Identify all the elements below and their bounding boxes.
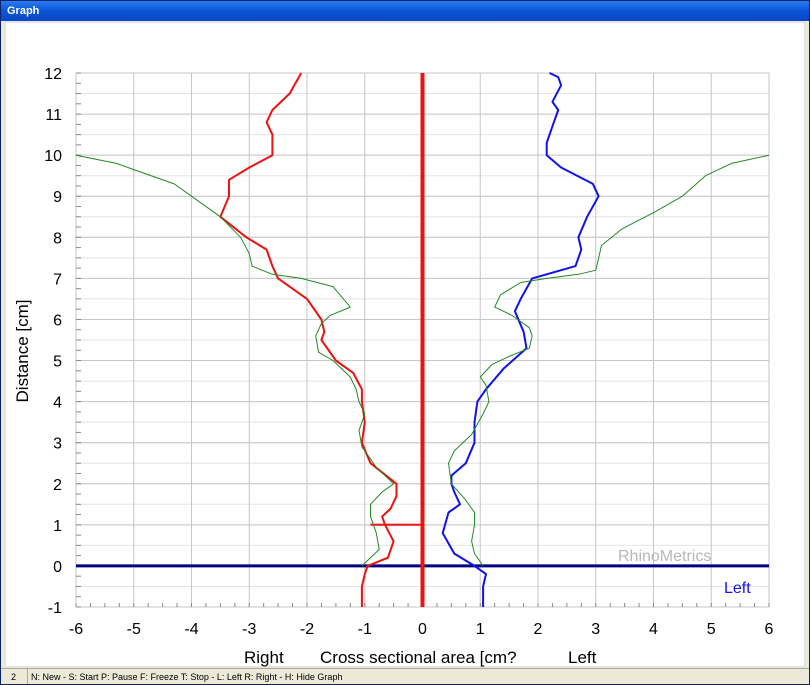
y-tick-label: 10 [44, 148, 62, 165]
x-tick-label: -2 [300, 621, 314, 638]
x-tick-label: 0 [418, 621, 427, 638]
y-tick-label: 8 [53, 230, 62, 247]
x-tick-label: 5 [707, 621, 716, 638]
x-tick-label: -5 [127, 621, 141, 638]
x-tick-label: -4 [184, 621, 198, 638]
y-tick-label: 7 [53, 271, 62, 288]
y-tick-label: -1 [48, 600, 62, 617]
chart-svg: -6 -5 -4 -3 -2 -1 0 1 2 3 4 5 6-10123456789101112 Di… [4, 21, 806, 668]
y-tick-label: 11 [45, 107, 62, 124]
x-tick-label: -1 [358, 621, 372, 638]
x-axis-label: Cross sectional area [cm? [320, 648, 517, 667]
x-tick-label: 3 [591, 621, 600, 638]
right-side-label: Right [244, 648, 284, 667]
y-tick-label: 2 [53, 477, 62, 494]
x-tick-label: 2 [534, 621, 543, 638]
left-side-label: Left [568, 648, 597, 667]
status-number: 2 [7, 669, 28, 684]
y-tick-label: 9 [53, 189, 62, 206]
status-help-text: N: New - S: Start P: Pause F: Freeze T: … [31, 672, 343, 682]
plot-frame [4, 21, 806, 668]
y-axis-label: Distance [cm] [13, 300, 32, 403]
y-tick-label: 4 [53, 395, 62, 412]
plot-panel: -6 -5 -4 -3 -2 -1 0 1 2 3 4 5 6 -1 0 1 2 3 4 5 6 7 8 9 10 11 12 Di… [4, 21, 806, 668]
y-tick-label: 1 [53, 518, 62, 535]
plot-left-label: Left [724, 580, 751, 597]
y-tick-label: 3 [53, 436, 62, 453]
y-tick-label: 12 [44, 66, 62, 83]
watermark-label: RhinoMetrics [618, 548, 711, 565]
status-bar: 2 N: New - S: Start P: Pause F: Freeze T… [1, 668, 809, 684]
y-tick-label: 6 [53, 312, 62, 329]
x-tick-label: -3 [242, 621, 256, 638]
y-tick-label: 0 [53, 559, 62, 576]
x-tick-label: 1 [476, 621, 485, 638]
x-tick-label: -6 [69, 621, 83, 638]
y-tick-label: 5 [53, 354, 62, 371]
window-title[interactable]: Graph [1, 1, 809, 21]
x-tick-label: 4 [649, 621, 658, 638]
graph-window: Graph -6 -5 -4 -3 -2 -1 0 1 2 3 4 5 6 -1 0 1 2 3 4 5 6 7 8 9 10 1… [0, 0, 810, 685]
x-tick-label: 6 [765, 621, 774, 638]
